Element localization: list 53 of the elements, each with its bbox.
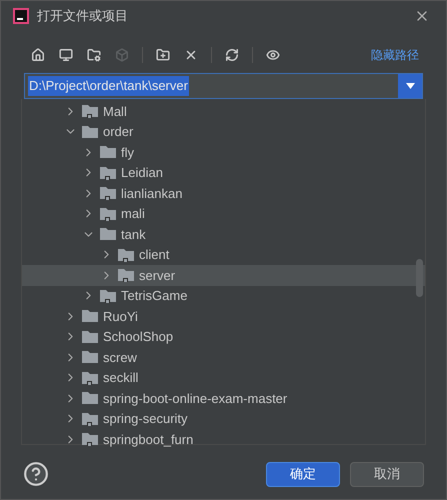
close-icon — [184, 48, 198, 62]
window-title: 打开文件或项目 — [37, 7, 128, 26]
ok-button[interactable]: 确定 — [266, 462, 340, 486]
folder-name: spring-boot-online-exam-master — [103, 390, 288, 408]
folder-name: seckill — [103, 369, 138, 387]
folder-name: screw — [103, 348, 137, 366]
cancel-button[interactable]: 取消 — [350, 462, 424, 486]
folder-name: SchoolShop — [103, 328, 174, 346]
tree-row[interactable]: fly — [22, 142, 425, 162]
folder-name: tank — [121, 226, 146, 244]
dropdown-button[interactable] — [398, 74, 422, 98]
tree-row[interactable]: screw — [22, 347, 425, 368]
folder-name: Leidian — [121, 164, 163, 182]
tree-row[interactable]: spring-boot-online-exam-master — [22, 388, 425, 408]
tree-row[interactable]: SchoolShop — [22, 326, 425, 347]
tree-row[interactable]: server — [22, 265, 425, 286]
home-icon — [31, 48, 45, 62]
folder-name: order — [103, 123, 134, 141]
tree-row[interactable]: RuoYi — [22, 306, 425, 326]
new-folder-icon — [156, 48, 170, 62]
caret-icon — [406, 83, 414, 89]
tree-row[interactable]: mali — [22, 204, 425, 224]
refresh-icon — [225, 48, 239, 62]
folder-name: spring-security — [103, 410, 188, 428]
module-icon — [115, 48, 129, 62]
tree-row[interactable]: seckill — [22, 368, 425, 388]
tree-row[interactable]: order — [22, 122, 425, 142]
path-text: D:\Project\order\tank\server — [28, 76, 189, 96]
folder-name: mali — [121, 205, 145, 223]
folder-name: TetrisGame — [121, 287, 188, 305]
app-logo-icon — [13, 8, 29, 24]
path-field[interactable]: D:\Project\order\tank\server — [24, 73, 423, 99]
folder-name: springboot_furn — [103, 430, 194, 449]
folder-name: server — [139, 266, 176, 284]
folder-name: Mall — [103, 102, 127, 120]
folder-name: lianliankan — [121, 184, 182, 202]
folder-icon — [87, 48, 101, 62]
help-icon[interactable] — [23, 461, 49, 487]
folder-name: RuoYi — [103, 308, 138, 326]
monitor-icon — [59, 48, 73, 62]
hide-path-link[interactable]: 隐藏路径 — [371, 46, 419, 64]
tree-row[interactable]: tank — [22, 224, 425, 244]
folder-name: fly — [121, 144, 134, 162]
tree-row[interactable]: Mall — [22, 101, 425, 122]
folder-name: client — [139, 246, 170, 264]
scrollbar-thumb[interactable] — [416, 259, 423, 297]
tree-row[interactable]: spring-security — [22, 408, 425, 429]
tree-row[interactable]: springboot_furn — [22, 429, 425, 450]
tree-row[interactable]: lianliankan — [22, 183, 425, 204]
eye-icon — [266, 48, 280, 62]
tree-row[interactable]: TetrisGame — [22, 286, 425, 306]
tree-row[interactable]: Leidian — [22, 162, 425, 183]
tree-row[interactable]: client — [22, 244, 425, 265]
